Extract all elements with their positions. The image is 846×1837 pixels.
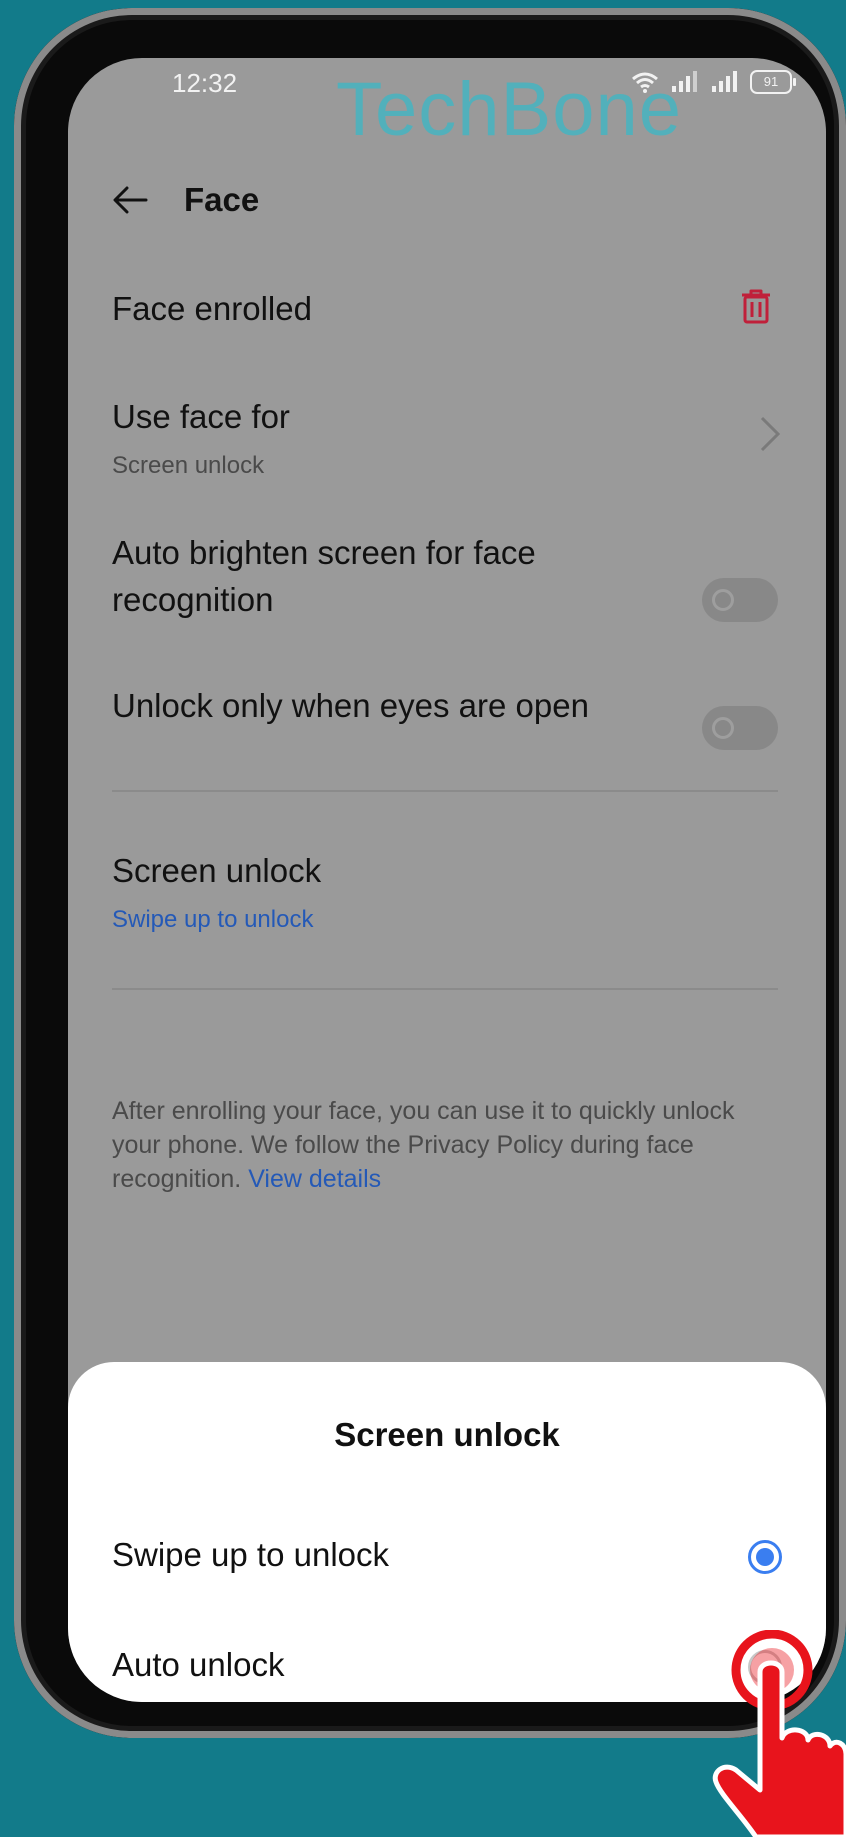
- page-title: Face: [184, 181, 260, 218]
- chevron-right-icon: [760, 416, 781, 452]
- tap-hand-icon: [712, 1630, 846, 1837]
- phone-screen: 12:32 91 TechBone Face Face enrolled Use…: [68, 58, 826, 1702]
- info-body: After enrolling your face, you can use i…: [112, 1097, 735, 1193]
- screen-unlock-value: Swipe up to unlock: [112, 906, 314, 933]
- option-auto-unlock[interactable]: Auto unlock: [112, 1632, 782, 1702]
- option-swipe-up[interactable]: Swipe up to unlock: [112, 1522, 782, 1592]
- auto-brighten-label-line2: recognition: [112, 581, 274, 618]
- battery-icon: 91: [750, 70, 796, 94]
- eyes-open-toggle[interactable]: [702, 706, 778, 750]
- face-enrolled-label: Face enrolled: [112, 290, 312, 327]
- phone-frame: 12:32 91 TechBone Face Face enrolled Use…: [14, 8, 846, 1738]
- eyes-open-label: Unlock only when eyes are open: [112, 687, 589, 724]
- use-face-for-value: Screen unlock: [112, 452, 265, 479]
- divider: [112, 988, 778, 990]
- radio-selected[interactable]: [748, 1540, 782, 1574]
- signal-icon: [712, 71, 737, 92]
- back-arrow-icon[interactable]: [110, 180, 150, 220]
- toggle-knob: [712, 589, 734, 611]
- sheet-title: Screen unlock: [334, 1416, 560, 1453]
- toggle-knob: [712, 717, 734, 739]
- option-label: Auto unlock: [112, 1646, 285, 1683]
- info-text: After enrolling your face, you can use i…: [112, 1094, 782, 1196]
- divider: [112, 790, 778, 792]
- watermark: TechBone: [336, 67, 683, 152]
- header: Face: [110, 170, 259, 230]
- option-label: Swipe up to unlock: [112, 1536, 390, 1573]
- view-details-link[interactable]: View details: [248, 1165, 381, 1193]
- auto-brighten-label-line1: Auto brighten screen for face: [112, 534, 536, 571]
- use-face-for-label: Use face for: [112, 398, 290, 435]
- auto-brighten-toggle[interactable]: [702, 578, 778, 622]
- status-time: 12:32: [172, 68, 238, 98]
- trash-icon[interactable]: [736, 286, 776, 326]
- screen-unlock-label: Screen unlock: [112, 852, 322, 889]
